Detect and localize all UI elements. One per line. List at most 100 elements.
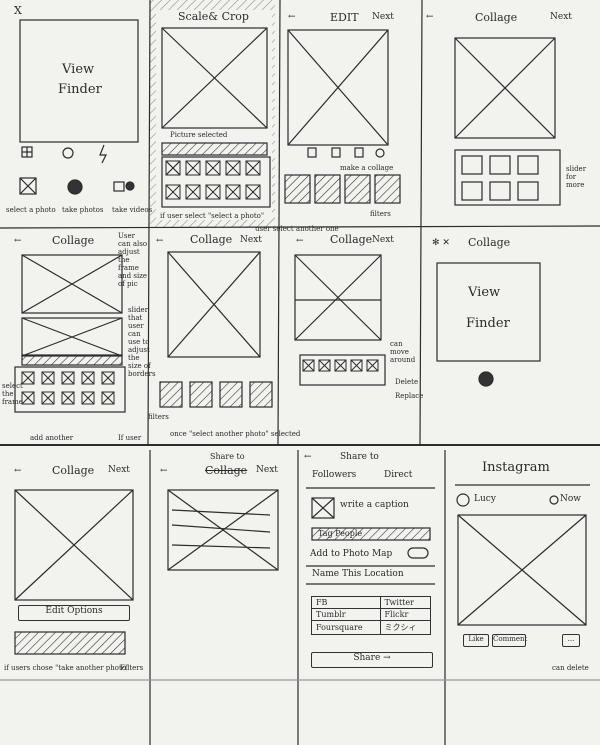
- next-button[interactable]: Next: [256, 465, 278, 475]
- thumbnail[interactable]: [185, 160, 201, 176]
- network-fb[interactable]: FB: [311, 596, 381, 609]
- back-arrow-icon[interactable]: ←: [426, 12, 434, 22]
- filters-label: Filters: [120, 664, 144, 672]
- thumbnail[interactable]: [81, 391, 95, 405]
- thumbnail[interactable]: [101, 371, 115, 385]
- thumbnail[interactable]: [81, 371, 95, 385]
- thumbnail[interactable]: [245, 160, 261, 176]
- collage-title: Collage: [468, 236, 511, 249]
- next-button[interactable]: Next: [372, 12, 394, 22]
- collage-title: Collage: [190, 233, 233, 246]
- tag-people-field[interactable]: Tag People: [318, 529, 362, 538]
- thumbnail[interactable]: [61, 391, 75, 405]
- slider-note: slider for more: [566, 165, 587, 189]
- delete-label[interactable]: Delete: [395, 378, 418, 386]
- network-twitter[interactable]: Twitter: [379, 596, 431, 609]
- select-photo-note: if user select "select a photo": [160, 212, 265, 220]
- next-button[interactable]: Next: [240, 235, 262, 245]
- network-mixi[interactable]: ミクシィ: [379, 620, 431, 635]
- take-photos-caption: take photos: [62, 206, 104, 214]
- picture-selected-note: Picture selected: [170, 131, 228, 139]
- more-button[interactable]: ...: [562, 634, 580, 647]
- thumbnail[interactable]: [225, 184, 241, 200]
- filters-label: filters: [148, 413, 169, 421]
- thumbnail[interactable]: [101, 391, 115, 405]
- viewfinder-label-1: View: [62, 62, 95, 77]
- back-arrow-icon[interactable]: ←: [156, 236, 164, 246]
- location-field[interactable]: Name This Location: [312, 569, 404, 579]
- select-photo-caption: select a photo: [6, 206, 56, 214]
- share-to-header: Share to: [210, 452, 245, 461]
- thumbnail[interactable]: [185, 184, 201, 200]
- like-button[interactable]: Like: [463, 634, 489, 647]
- take-videos-caption: take videos: [112, 206, 153, 214]
- share-button[interactable]: Share →: [311, 652, 433, 668]
- thumbnail[interactable]: [41, 391, 55, 405]
- back-arrow-icon[interactable]: ←: [160, 466, 168, 476]
- replace-label[interactable]: Replace: [395, 392, 423, 400]
- collage-title: Collage: [475, 11, 518, 24]
- once-selected-note: once "select another photo" selected: [170, 430, 301, 438]
- take-another-note: if users chose "take another photo": [4, 664, 130, 672]
- thumbnail[interactable]: [318, 359, 331, 372]
- back-arrow-icon[interactable]: ←: [288, 12, 296, 22]
- back-arrow-icon[interactable]: ←: [304, 452, 312, 462]
- back-arrow-icon[interactable]: ←: [14, 466, 22, 476]
- user-name: Lucy: [474, 494, 496, 504]
- collage-title: Collage: [330, 233, 373, 246]
- thumbnail[interactable]: [245, 184, 261, 200]
- move-around-note: can move around: [390, 340, 416, 364]
- border-slider-note: slider that user can use to adjust the s…: [128, 306, 156, 378]
- edit-options-button[interactable]: Edit Options: [18, 605, 130, 621]
- thumbnail[interactable]: [350, 359, 363, 372]
- wireframe-sheet: X View Finder select a photo take photos…: [0, 0, 600, 745]
- thumbnail[interactable]: [61, 371, 75, 385]
- collage-title: Collage: [205, 464, 248, 477]
- adjust-frame-note: User can also adjust the frame and size …: [118, 232, 148, 288]
- share-to-title: Share to: [340, 452, 379, 462]
- viewfinder-label-2: Finder: [466, 316, 510, 331]
- tab-followers[interactable]: Followers: [312, 470, 356, 480]
- can-delete-note: can delete: [552, 664, 589, 672]
- next-button[interactable]: Next: [550, 12, 572, 22]
- thumbnail[interactable]: [21, 371, 35, 385]
- thumbnail[interactable]: [334, 359, 347, 372]
- viewfinder-label-1: View: [468, 285, 501, 300]
- network-flickr[interactable]: Flickr: [379, 608, 431, 621]
- thumbnail[interactable]: [205, 184, 221, 200]
- post-time: Now: [560, 494, 581, 504]
- thumbnail[interactable]: [165, 184, 181, 200]
- thumbnail[interactable]: [302, 359, 315, 372]
- collage-title: Collage: [52, 234, 95, 247]
- viewfinder-label-2: Finder: [58, 82, 102, 97]
- comment-button[interactable]: Comment: [492, 634, 527, 647]
- network-tumblr[interactable]: Tumblr: [311, 608, 381, 621]
- make-collage-note: make a collage: [340, 164, 394, 172]
- close-icon[interactable]: X: [14, 4, 22, 17]
- thumbnail[interactable]: [165, 160, 181, 176]
- gear-icon[interactable]: ✻ ✕: [432, 238, 450, 248]
- share-network-table: FB Twitter Tumblr Flickr Foursquare ミクシィ: [311, 596, 431, 635]
- next-button[interactable]: Next: [372, 235, 394, 245]
- add-another-note: add another: [30, 434, 74, 442]
- back-arrow-icon[interactable]: ←: [14, 236, 22, 246]
- network-foursquare[interactable]: Foursquare: [311, 620, 381, 635]
- next-button[interactable]: Next: [108, 465, 130, 475]
- collage-title: Collage: [52, 464, 95, 477]
- thumbnail[interactable]: [41, 371, 55, 385]
- filters-label: filters: [370, 210, 391, 218]
- tab-direct[interactable]: Direct: [384, 470, 412, 480]
- thumbnail[interactable]: [21, 391, 35, 405]
- photo-map-label: Add to Photo Map: [310, 549, 393, 559]
- if-user-note: If user: [118, 434, 142, 442]
- scale-crop-title: Scale& Crop: [178, 10, 249, 23]
- select-frame-note: select the frame: [2, 382, 23, 406]
- user-select-note: user select another one: [255, 225, 339, 233]
- edit-title: EDIT: [330, 11, 359, 24]
- caption-input[interactable]: write a caption: [340, 500, 409, 510]
- instagram-title: Instagram: [482, 460, 550, 475]
- thumbnail[interactable]: [205, 160, 221, 176]
- thumbnail[interactable]: [366, 359, 379, 372]
- thumbnail[interactable]: [225, 160, 241, 176]
- back-arrow-icon[interactable]: ←: [296, 236, 304, 246]
